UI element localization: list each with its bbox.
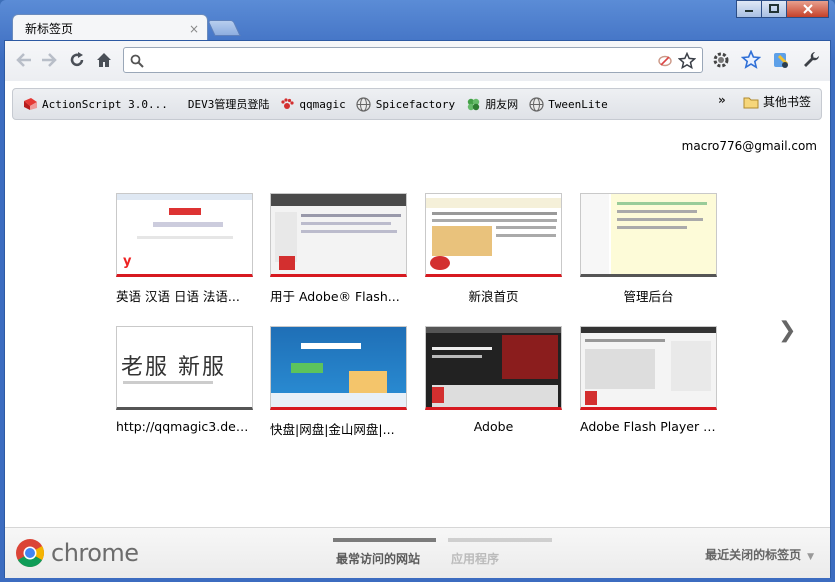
tile-caption: http://qqmagic3.dev...	[116, 419, 253, 434]
most-visited-tile[interactable]: Adobe Flash Player -...	[580, 326, 717, 434]
tile-thumbnail	[580, 193, 717, 277]
toolbar	[5, 41, 830, 81]
back-button[interactable]	[13, 49, 35, 71]
most-visited-tile[interactable]: y 英语 汉语 日语 法语...	[116, 193, 253, 305]
recently-closed-menu[interactable]: 最近关闭的标签页 ▼	[705, 546, 814, 563]
actionscript-book-icon	[22, 96, 38, 112]
tab-most-visited-label: 最常访问的网站	[336, 552, 421, 566]
bookmark-pengyou[interactable]: 朋友网	[460, 92, 523, 116]
bookmark-tweenlite[interactable]: TweenLite	[523, 92, 613, 116]
most-visited-tile[interactable]: 老服 新服 http://qqmagic3.dev...	[116, 326, 253, 434]
account-email[interactable]: macro776@gmail.com	[682, 139, 817, 153]
bookmark-label: qqmagic	[299, 97, 346, 111]
bookmark-label: ActionScript 3.0...	[42, 97, 168, 111]
tab-apps-label: 应用程序	[451, 552, 500, 566]
globe-icon	[528, 96, 544, 112]
settings-wrench-button[interactable]	[800, 49, 822, 71]
home-icon	[97, 53, 111, 67]
tab-most-visited[interactable]: 最常访问的网站	[333, 538, 436, 567]
tile-thumbnail: y	[116, 193, 253, 277]
tile-thumbnail: 老服 新服	[116, 326, 253, 410]
most-visited-tile[interactable]: Adobe	[425, 326, 562, 434]
extension-gear-button[interactable]	[710, 49, 732, 71]
maximize-button[interactable]	[761, 0, 787, 18]
tile-thumbnail	[580, 326, 717, 410]
bookmark-actionscript[interactable]: ActionScript 3.0...	[17, 92, 173, 116]
minimize-icon	[745, 10, 753, 12]
tile-thumbnail	[270, 193, 407, 277]
most-visited-tile[interactable]: 快盘|网盘|金山网盘|...	[270, 326, 407, 438]
browser-client-area	[4, 40, 831, 578]
paw-icon	[279, 96, 295, 112]
home-button[interactable]	[93, 49, 115, 71]
globe-icon	[356, 96, 372, 112]
forward-arrow-icon	[42, 53, 57, 67]
most-visited-tile[interactable]: 用于 Adobe® Flash...	[270, 193, 407, 305]
bookmark-qqmagic[interactable]: qqmagic	[274, 92, 350, 116]
close-window-button[interactable]	[786, 0, 829, 18]
tile-thumbnail	[425, 326, 562, 410]
chrome-wordmark: chrome	[51, 539, 139, 567]
blue-star-icon	[741, 50, 761, 69]
tile-caption: 管理后台	[623, 289, 674, 304]
tile-caption: 用于 Adobe® Flash...	[270, 289, 400, 304]
extension-star-button[interactable]	[740, 49, 762, 71]
bookmark-spicefactory[interactable]: Spicefactory	[351, 92, 460, 116]
tab-apps[interactable]: 应用程序	[448, 538, 552, 567]
extension-page-action-icon[interactable]	[656, 52, 674, 70]
search-icon	[128, 52, 146, 70]
notes-extension-icon	[774, 53, 789, 68]
extension-notes-button[interactable]	[770, 49, 792, 71]
maximize-icon	[769, 4, 779, 13]
forward-button[interactable]	[38, 49, 60, 71]
tab-title: 新标签页	[25, 22, 74, 36]
other-bookmarks-label: 其他书签	[763, 95, 812, 109]
tab-close-icon[interactable]: ×	[185, 22, 203, 36]
chevron-down-icon: ▼	[807, 552, 814, 562]
tile-caption: Adobe	[473, 419, 514, 434]
reload-button[interactable]	[66, 49, 88, 71]
omnibox[interactable]	[123, 47, 703, 73]
bookmarks-bar: ActionScript 3.0... DEV3管理员登陆 qqmagic Sp…	[12, 88, 822, 120]
wrench-icon	[804, 52, 819, 67]
clover-icon	[465, 96, 481, 112]
minimize-button[interactable]	[736, 0, 762, 18]
most-visited-tile[interactable]: 管理后台	[580, 193, 717, 305]
tile-caption: 新浪首页	[468, 289, 519, 304]
bookmark-star-icon[interactable]	[678, 52, 696, 70]
window-controls	[736, 0, 829, 18]
most-visited-tile[interactable]: 新浪首页	[425, 193, 562, 305]
tab-new-tab[interactable]: 新标签页 ×	[12, 14, 208, 42]
reload-icon	[70, 52, 84, 67]
bookmark-label: 朋友网	[485, 98, 519, 111]
tile-thumbnail	[270, 326, 407, 410]
chrome-logo: chrome	[15, 538, 139, 568]
bookmark-dev3[interactable]: DEV3管理员登陆	[183, 92, 275, 116]
next-page-chevron[interactable]: ❯	[778, 318, 796, 343]
close-icon	[802, 4, 813, 14]
omnibox-input[interactable]	[150, 51, 650, 69]
new-tab-footer: chrome 最常访问的网站 应用程序 最近关闭的标签页 ▼	[5, 527, 830, 578]
folder-icon	[743, 95, 759, 109]
bookmark-label: TweenLite	[548, 97, 608, 111]
chrome-logo-icon	[16, 539, 44, 567]
other-bookmarks-folder[interactable]: 其他书签	[743, 93, 811, 110]
tile-thumbnail	[425, 193, 562, 277]
recently-closed-label: 最近关闭的标签页	[705, 548, 802, 562]
tile-caption: 英语 汉语 日语 法语...	[116, 289, 240, 304]
tile-caption: Adobe Flash Player -...	[580, 419, 717, 434]
bookmarks-overflow-chevron[interactable]: »	[718, 93, 726, 107]
gear-icon	[713, 52, 729, 68]
tile-caption: 快盘|网盘|金山网盘|...	[270, 422, 395, 437]
back-arrow-icon	[16, 53, 31, 67]
bookmark-label: DEV3管理员登陆	[187, 98, 270, 111]
bookmark-label: Spicefactory	[375, 97, 456, 111]
